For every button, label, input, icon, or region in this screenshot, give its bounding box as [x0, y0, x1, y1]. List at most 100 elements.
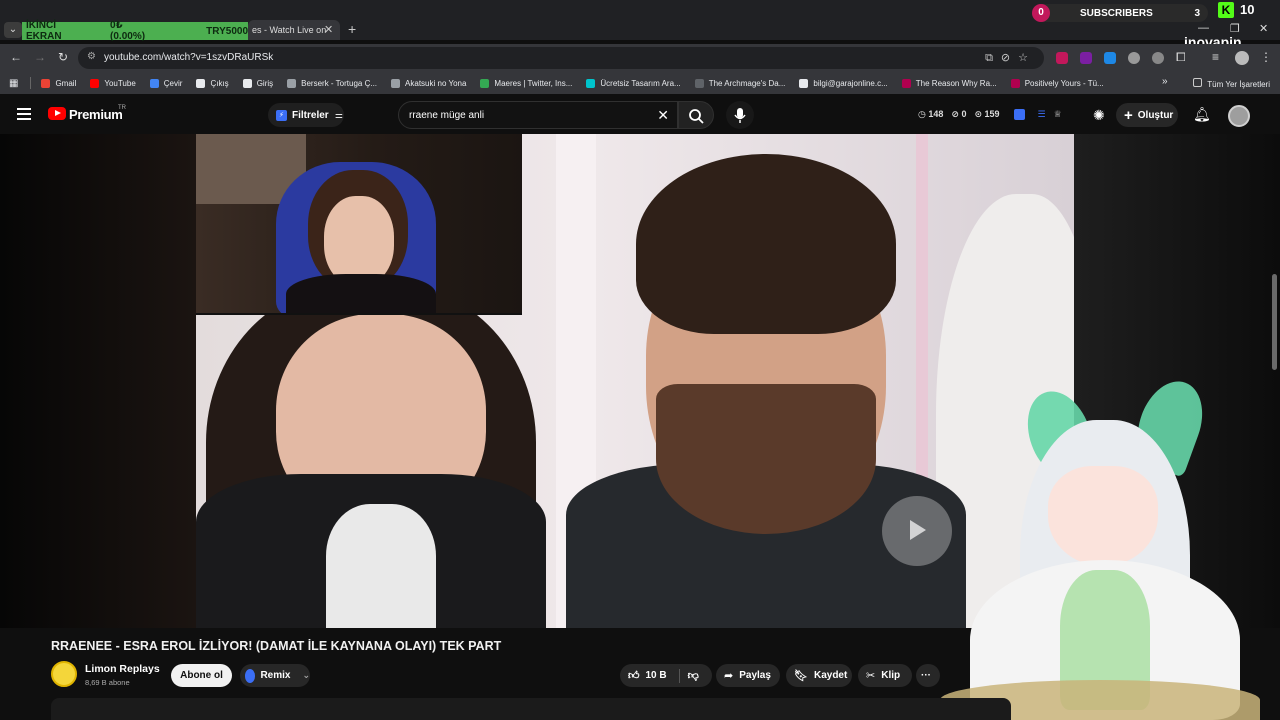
page-scrollbar[interactable] — [1272, 274, 1277, 370]
bookmark-item[interactable]: The Archmage's Da... — [694, 78, 786, 88]
address-bar-icons[interactable]: ⧉⊘☆ — [985, 51, 1036, 65]
extension-icon[interactable] — [1128, 52, 1140, 64]
more-icon: ··· — [921, 670, 931, 681]
bookmark-item[interactable]: Berserk - Tortuga Ç... — [287, 78, 377, 88]
window-close-icon[interactable]: ✕ — [1259, 22, 1268, 35]
overlay-middle-label: 0₺ (0.00%) — [110, 20, 146, 42]
man-hair — [636, 154, 896, 334]
extensions-puzzle-icon[interactable]: ⧠ — [1176, 50, 1186, 65]
hamburger-menu-icon[interactable] — [17, 108, 31, 120]
list-icon[interactable]: ☰ — [1038, 109, 1046, 120]
chevron-down-icon: ⌄ — [302, 670, 310, 680]
extension-icon[interactable] — [1104, 52, 1116, 64]
bookmark-label: Maeres | Twitter, Ins... — [494, 78, 573, 88]
apps-grid-icon[interactable]: ▦ — [9, 78, 18, 89]
stat-a: ◷ 148 — [918, 109, 944, 119]
youtube-header: Premium TR ⚡ Filtreler ⚌ rraene müge anl… — [0, 96, 1280, 134]
clip-label: Klip — [881, 670, 901, 681]
bookmark-item[interactable]: bilgi@garajonline.c... — [799, 78, 888, 88]
stream-overlay-bar: İKİNCİ EKRAN 0₺ (0.00%) TRY5000 — [22, 20, 248, 42]
share-button[interactable]: ➦ Paylaş — [716, 664, 780, 687]
bookmark-label: The Archmage's Da... — [708, 78, 786, 88]
extension-icon[interactable] — [1013, 109, 1025, 120]
tab-search-button[interactable]: ⌄ — [4, 22, 22, 38]
clear-search-icon[interactable]: ✕ — [657, 107, 669, 124]
channel-avatar[interactable] — [51, 661, 77, 687]
subscribers-count-left: 0 — [1032, 4, 1050, 22]
notifications-bell-icon[interactable]: 🔔︎ — [1193, 106, 1211, 123]
bookmark-favicon-icon — [391, 78, 401, 88]
bookmark-label: Ücretsiz Tasarım Ara... — [600, 78, 681, 88]
woman-shirt — [326, 504, 436, 628]
youtube-logo-icon[interactable] — [48, 107, 66, 120]
bookmark-item[interactable]: The Reason Why Ra... — [901, 78, 997, 88]
bookmark-item[interactable]: Akatsuki no Yona — [391, 78, 466, 88]
save-button[interactable]: 🔖︎ Kaydet — [786, 664, 852, 687]
bookmark-item[interactable]: Çıkış — [196, 78, 229, 88]
search-icon — [689, 109, 704, 124]
reload-icon[interactable]: ↻ — [58, 50, 68, 64]
bookmarks-bar: ▦ Gmail YouTube Çevir Çıkış Giriş Berserk - T… — [0, 72, 1280, 94]
trophy-icon[interactable]: ♕ — [1054, 109, 1062, 120]
bookmark-favicon-icon — [287, 78, 297, 88]
create-button[interactable]: + Oluştur — [1116, 103, 1178, 127]
streamer-webcam — [196, 134, 522, 315]
bookmark-item[interactable]: Gmail — [41, 78, 76, 88]
bookmark-item[interactable]: Çevir — [149, 78, 182, 88]
remix-icon — [245, 668, 256, 683]
search-input[interactable]: rraene müge anli ✕ — [398, 101, 678, 129]
extension-icon[interactable] — [1152, 52, 1164, 64]
voice-search-button[interactable] — [726, 101, 754, 129]
dislike-icon[interactable]: 👎︎ — [688, 669, 699, 682]
bookmark-item[interactable]: Maeres | Twitter, Ins... — [480, 78, 573, 88]
extension-icon[interactable] — [1080, 52, 1092, 64]
back-icon[interactable]: ← — [10, 50, 22, 64]
youtube-logo-text[interactable]: Premium — [69, 107, 123, 122]
bookmark-favicon-icon — [799, 78, 809, 88]
extension-icon[interactable] — [1056, 52, 1068, 64]
party-icon[interactable]: ✺ — [1093, 107, 1105, 124]
create-label: Oluştur — [1137, 109, 1174, 121]
profile-avatar[interactable] — [1235, 51, 1249, 65]
reading-list-icon[interactable]: ≡ — [1212, 50, 1219, 64]
search-button[interactable] — [678, 101, 714, 129]
like-count[interactable]: 10 B — [646, 670, 667, 681]
tab-title: es - Watch Live on — [252, 25, 327, 35]
description-box[interactable] — [51, 698, 1011, 720]
vtuber-avatar-overlay — [930, 372, 1260, 720]
bookmark-favicon-icon — [149, 78, 159, 88]
site-info-icon[interactable]: ⚙ — [87, 51, 96, 62]
more-actions-button[interactable]: ··· — [916, 664, 940, 687]
like-icon[interactable]: 👍︎ — [628, 669, 640, 682]
bookmark-item[interactable]: Giriş — [242, 78, 273, 88]
channel-name[interactable]: Limon Replays — [85, 663, 160, 675]
filters-button[interactable]: ⚡ Filtreler ⚌ — [268, 103, 344, 127]
subscribe-button[interactable]: Abone ol — [171, 664, 232, 687]
remix-button[interactable]: Remix ⌄ — [240, 664, 310, 687]
account-avatar[interactable] — [1228, 105, 1250, 127]
tab-close-icon[interactable]: ✕ — [324, 23, 333, 36]
channel-subscribers: 8,69 B abone — [85, 678, 130, 687]
minimize-icon[interactable]: — — [1198, 22, 1209, 34]
new-tab-icon[interactable]: + — [348, 21, 356, 37]
bookmark-item[interactable]: YouTube — [90, 78, 136, 88]
stat-c: ⊙ 159 — [974, 109, 1000, 119]
browser-menu-icon[interactable]: ⋮ — [1260, 50, 1272, 64]
bookmark-favicon-icon — [196, 78, 206, 88]
address-bar[interactable]: ⚙ youtube.com/watch?v=1szvDRaURSk ⧉⊘☆ — [78, 47, 1044, 69]
bookmark-favicon-icon — [480, 78, 490, 88]
bookmark-favicon-icon — [586, 78, 596, 88]
bookmark-item[interactable]: Positively Yours - Tü... — [1010, 78, 1104, 88]
bookmarks-list: Gmail YouTube Çevir Çıkış Giriş Berserk - Tor… — [41, 78, 1117, 88]
forward-icon[interactable]: → — [34, 50, 46, 64]
clip-button[interactable]: ✂ Klip — [858, 664, 912, 687]
all-bookmarks[interactable]: Tüm Yer İşaretleri — [1193, 78, 1270, 89]
webcam-body — [286, 274, 436, 313]
subscribers-label: SUBSCRIBERS — [1080, 7, 1153, 19]
bookmark-item[interactable]: Ücretsiz Tasarım Ara... — [586, 78, 681, 88]
folder-icon — [1193, 78, 1203, 87]
sliders-icon: ⚌ — [334, 109, 343, 120]
bookmark-label: Positively Yours - Tü... — [1024, 78, 1104, 88]
filter-extension-icon: ⚡ — [276, 109, 287, 121]
bookmarks-more-icon[interactable]: » — [1162, 76, 1168, 87]
